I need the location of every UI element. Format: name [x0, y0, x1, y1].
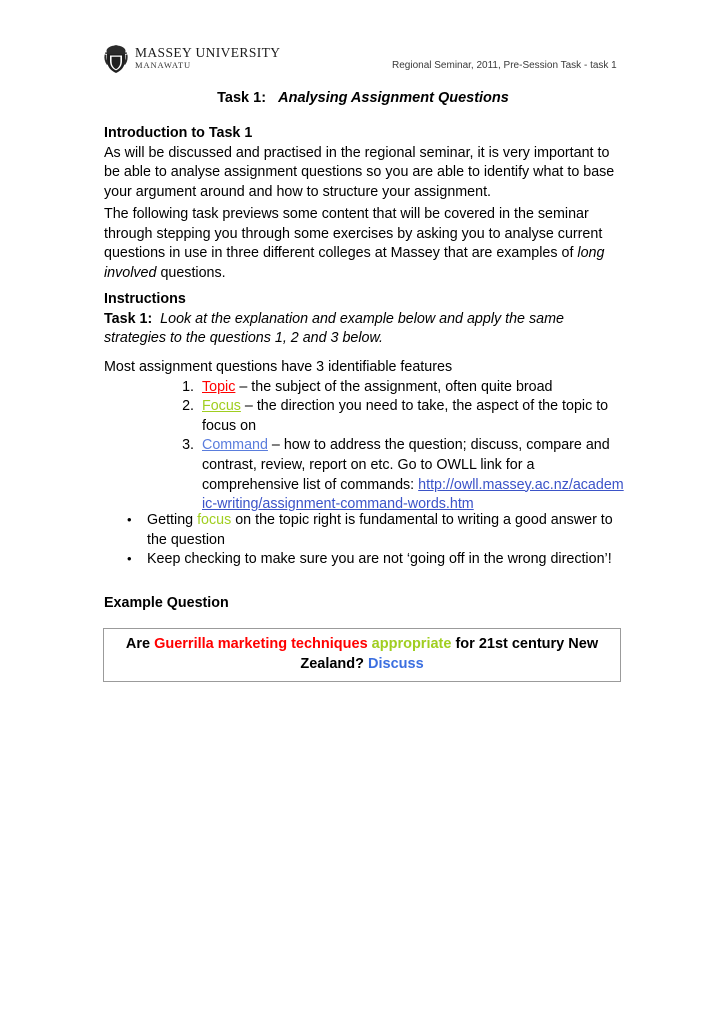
instructions-heading: Instructions [104, 291, 186, 307]
tips-list: • Getting focus on the topic right is fun… [104, 511, 624, 570]
features-lead-in: Most assignment questions have 3 identif… [104, 359, 453, 375]
keyword-topic: Topic [202, 378, 236, 395]
tip-text-direction: Keep checking to make sure you are not ‘… [147, 551, 612, 568]
page-title-prefix: Task 1: [217, 90, 267, 106]
preview-text-part2: questions. [156, 264, 226, 281]
tip-text-before: Getting [147, 512, 198, 528]
example-question-box: Are Guerrilla marketing techniques appro… [103, 628, 621, 682]
keyword-command: Command [202, 437, 268, 454]
list-item-tip-direction: • Keep checking to make sure you are not … [106, 550, 624, 570]
list-item-topic: 1. Topic – the subject of the assignment,… [162, 378, 624, 398]
page-header: MASSEY UNIVERSITY MANAWATU Regional Semi… [103, 44, 623, 80]
example-section: Example Question [104, 594, 624, 614]
page-title-subject: Analysing Assignment Questions [278, 90, 509, 106]
massey-crest-icon [104, 45, 128, 73]
example-segment-command: Discuss [368, 656, 424, 672]
example-segment-focus: appropriate [371, 636, 452, 652]
tip-highlight-focus: focus [197, 512, 232, 528]
example-segment-topic: Guerrilla marketing techniques [154, 636, 368, 652]
preview-text-part1: The following task previews some content… [104, 206, 603, 262]
features-list: 1. Topic – the subject of the assignment,… [104, 378, 624, 515]
instructions-task-text: Look at the explanation and example belo… [104, 310, 564, 347]
massey-university-logo: MASSEY UNIVERSITY MANAWATU [103, 44, 280, 76]
header-seminar-label: Regional Seminar, 2011, Pre-Session Task… [392, 60, 617, 71]
instructions-section: Instructions Task 1: Look at the explana… [104, 290, 624, 349]
example-segment-are: Are [125, 636, 155, 652]
list-item-focus: 2. Focus – the direction you need to take… [162, 397, 624, 436]
list-item-command: 3. Command – how to address the question;… [162, 436, 624, 514]
introduction-heading: Introduction to Task 1 [104, 125, 253, 141]
instructions-task-label: Task 1: [104, 310, 153, 327]
introduction-body: As will be discussed and practised in th… [104, 144, 615, 200]
preview-paragraph: The following task previews some content… [104, 205, 624, 283]
list-item-tip-focus: • Getting focus on the topic right is fun… [106, 511, 624, 550]
bullet-glyph-icon: • [127, 512, 132, 527]
list-number-1: 1. [182, 378, 194, 395]
bullet-glyph-icon: • [127, 551, 132, 567]
list-number-3: 3. [182, 437, 194, 454]
example-question-heading: Example Question [104, 595, 229, 611]
features-section: Most assignment questions have 3 identif… [104, 358, 624, 515]
logo-campus-name: MANAWATU [135, 60, 192, 71]
list-number-2: 2. [182, 398, 194, 415]
document-page: MASSEY UNIVERSITY MANAWATU Regional Semi… [0, 0, 724, 1024]
tips-section: • Getting focus on the topic right is fun… [104, 511, 624, 570]
list-text-focus: – the direction you need to take, the as… [202, 398, 609, 434]
list-text-topic: – the subject of the assignment, often q… [235, 378, 553, 395]
keyword-focus: Focus [202, 398, 241, 415]
introduction-section: Introduction to Task 1 As will be discus… [104, 124, 624, 202]
page-title: Task 1: Analysing Assignment Questions [103, 90, 623, 106]
logo-university-name: MASSEY UNIVERSITY [135, 45, 281, 60]
